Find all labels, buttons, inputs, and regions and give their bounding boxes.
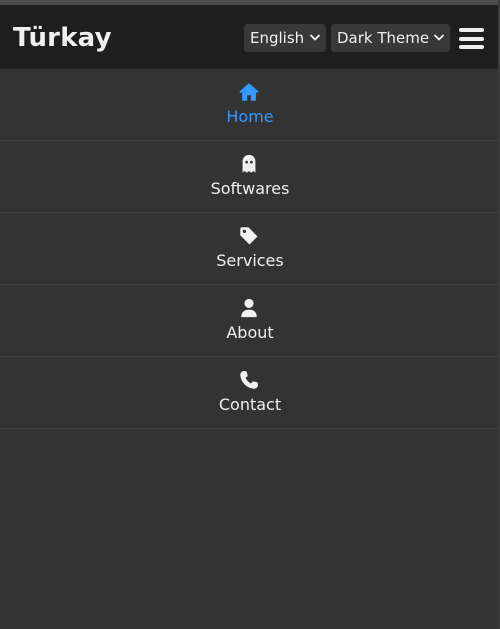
nav-item-services[interactable]: Services [0,213,500,285]
chevron-down-icon [433,34,445,41]
brand-logo-text[interactable]: Türkay [13,21,112,55]
nav-item-label: About [226,323,274,342]
language-select-value: English [250,29,305,47]
nav-item-contact[interactable]: Contact [0,357,500,429]
theme-select-value: Dark Theme [337,29,430,47]
nav-item-label: Contact [218,395,282,414]
nav-item-label: Home [226,107,274,126]
nav-item-label: Softwares [210,179,290,198]
nav-item-about[interactable]: About [0,285,500,357]
main-nav: Home Softwares Services About Contact [0,69,500,429]
user-icon [241,298,257,318]
chevron-down-icon [309,34,321,41]
phone-icon [240,371,258,389]
tag-icon [240,227,258,245]
nav-item-label: Services [216,251,284,270]
theme-select[interactable]: Dark Theme [331,24,450,52]
site-header: Türkay English Dark Theme [0,5,500,69]
language-select[interactable]: English [244,24,326,52]
home-icon [239,83,259,101]
hamburger-menu-icon[interactable] [459,28,484,49]
nav-item-softwares[interactable]: Softwares [0,141,500,213]
nav-item-home[interactable]: Home [0,69,500,141]
ghost-icon [242,154,256,173]
